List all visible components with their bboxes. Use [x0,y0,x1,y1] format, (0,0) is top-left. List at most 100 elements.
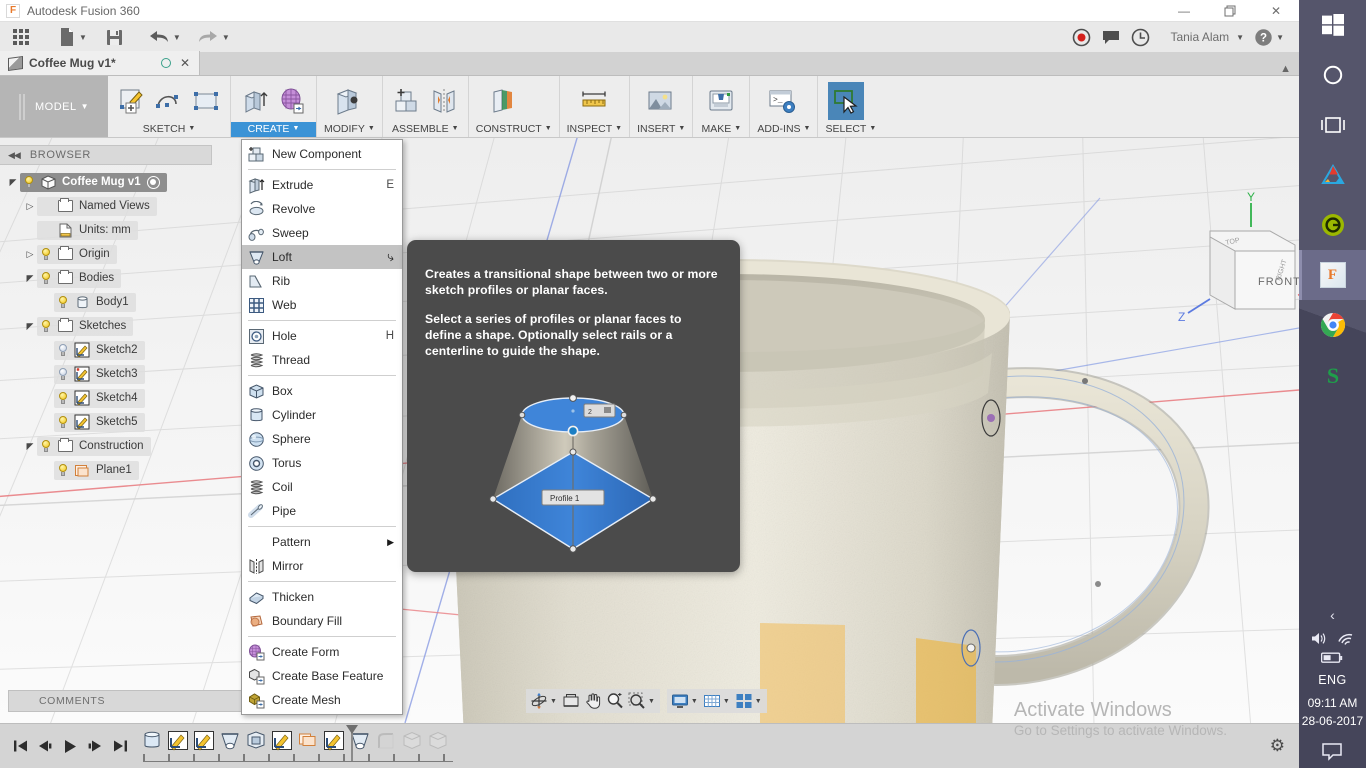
chevron-down-icon[interactable]: ▼ [648,698,658,705]
ribbon-group-label-make[interactable]: MAKE ▼ [693,122,749,137]
grammarly-app-button[interactable] [1299,200,1366,250]
pan-hand-icon[interactable] [582,690,604,712]
visibility-bulb-icon[interactable] [41,247,51,261]
activate-component-radio[interactable] [146,175,160,189]
user-account-menu[interactable]: Tania Alam ▼ [1155,22,1249,52]
sketch-feature-icon[interactable] [167,730,189,751]
create-menu-item-hole[interactable]: Hole H [242,324,402,348]
minimize-icon[interactable]: — [1161,0,1207,22]
step-forward-icon[interactable] [87,737,103,755]
create-menu-item-boundary-fill[interactable]: Boundary Fill [242,609,402,633]
timeline-feature-7[interactable] [323,730,347,752]
visibility-bulb-icon[interactable] [58,343,68,357]
create-menu-item-create-base-feature[interactable]: Create Base Feature [242,664,402,688]
create-menu-item-sweep[interactable]: Sweep [242,221,402,245]
component-feature-icon[interactable] [427,730,449,751]
create-menu-item-loft[interactable]: Loft ⤷ [242,245,402,269]
create-form-button[interactable] [274,82,310,120]
close-icon[interactable]: ✕ [177,56,193,70]
start-button[interactable] [1299,0,1366,50]
double-chevron-left-icon[interactable]: ◀◀ [8,150,21,161]
create-menu-item-pattern[interactable]: Pattern ▶ [242,530,402,554]
browser-tree-item-2[interactable]: Units: mm [37,220,138,240]
autodesk-app-button[interactable] [1299,150,1366,200]
browser-tree-item-0[interactable]: Coffee Mug v1 [20,172,167,192]
look-at-icon[interactable] [560,690,582,712]
create-menu-item-revolve[interactable]: Revolve [242,197,402,221]
help-menu[interactable]: ? ▼ [1249,22,1289,52]
timeline-feature-2[interactable] [193,730,217,752]
sketch-feature-icon[interactable] [271,730,293,751]
fusion-360-app-button[interactable]: F [1299,250,1366,300]
browser-tree-row[interactable]: Sketch4 [0,386,236,410]
ribbon-group-label-construct[interactable]: CONSTRUCT ▼ [469,122,559,137]
browser-tree-row[interactable]: Sketch2 [0,338,236,362]
measure-button[interactable] [576,82,612,120]
browser-tree-item-6[interactable]: Sketches [37,316,134,336]
create-menu-item-rib[interactable]: Rib [242,269,402,293]
browser-tree-item-7[interactable]: Sketch2 [54,340,145,360]
chevron-down-icon[interactable]: ▼ [755,698,765,705]
create-menu-item-web[interactable]: Web [242,293,402,317]
create-menu-item-coil[interactable]: Coil [242,475,402,499]
browser-tree-item-5[interactable]: Body1 [54,292,136,312]
create-menu-item-create-mesh[interactable]: Create Mesh [242,688,402,712]
browser-tree-item-4[interactable]: Bodies [37,268,122,288]
press-pull-button[interactable] [329,82,365,120]
create-menu-item-box[interactable]: Box [242,379,402,403]
create-menu-item-thread[interactable]: Thread [242,348,402,372]
timeline-feature-6[interactable] [297,730,321,752]
browser-tree-row[interactable]: Sketch5 [0,410,236,434]
save-button[interactable] [100,22,129,52]
visibility-bulb-icon[interactable] [58,295,68,309]
insert-image-button[interactable] [642,82,678,120]
ribbon-group-label-insert[interactable]: INSERT ▼ [630,122,692,137]
tree-expand-arrow[interactable]: ◤ [23,441,37,452]
close-icon[interactable]: ✕ [1253,0,1299,22]
browser-tree-item-12[interactable]: Plane1 [54,460,139,480]
action-center-icon[interactable] [1321,736,1343,762]
play-icon[interactable] [62,737,78,755]
timeline-feature-4[interactable] [245,730,269,752]
visibility-bulb-icon[interactable] [58,415,68,429]
tree-expand-arrow[interactable]: ◤ [23,321,37,332]
ribbon-group-label-addins[interactable]: ADD-INS ▼ [750,122,817,137]
browser-tree-row[interactable]: Units: mm [0,218,236,242]
timeline-playhead-marker[interactable] [346,725,358,761]
timeline-feature-3[interactable] [219,730,243,752]
browser-tree-item-1[interactable]: Named Views [37,196,157,216]
browser-tree-row[interactable]: ▷ Origin [0,242,236,266]
extrude-button[interactable] [237,82,273,120]
job-status-button[interactable] [1126,22,1155,52]
app-grid-button[interactable] [0,22,35,52]
ribbon-group-label-sketch[interactable]: SKETCH ▼ [108,122,230,137]
sync-circle-icon[interactable] [160,58,171,68]
language-indicator[interactable]: ENG [1318,670,1347,689]
browser-tree-row[interactable]: Sketch3 [0,362,236,386]
joint-button[interactable] [426,82,462,120]
browser-tree-item-3[interactable]: Origin [37,244,117,264]
create-menu-item-mirror[interactable]: Mirror [242,554,402,578]
viewports-icon[interactable] [733,690,755,712]
browser-tree-row[interactable]: Plane1 [0,458,236,482]
create-menu-item-torus[interactable]: Torus [242,451,402,475]
new-component-button[interactable] [389,82,425,120]
zoom-window-icon[interactable] [626,690,648,712]
create-menu-item-cylinder[interactable]: Cylinder [242,403,402,427]
restore-icon[interactable] [1207,0,1253,22]
visibility-bulb-icon[interactable] [41,319,51,333]
comments-button[interactable] [1096,22,1126,52]
redo-button[interactable]: ▼ [192,22,235,52]
cylinder-feature-icon[interactable] [141,730,163,751]
chevron-down-icon[interactable]: ▼ [723,698,733,705]
browser-tree-item-8[interactable]: Sketch3 [54,364,145,384]
timeline-feature-0[interactable] [141,730,165,752]
undo-button[interactable]: ▼ [143,22,186,52]
sketch-feature-icon[interactable] [193,730,215,751]
browser-tree-row[interactable]: ◤ Sketches [0,314,236,338]
chevron-down-icon[interactable]: ▼ [691,698,701,705]
jump-start-icon[interactable] [12,737,28,755]
visibility-bulb-icon[interactable] [41,439,51,453]
cortana-search-button[interactable] [1299,50,1366,100]
tree-expand-arrow[interactable]: ◤ [23,273,37,284]
